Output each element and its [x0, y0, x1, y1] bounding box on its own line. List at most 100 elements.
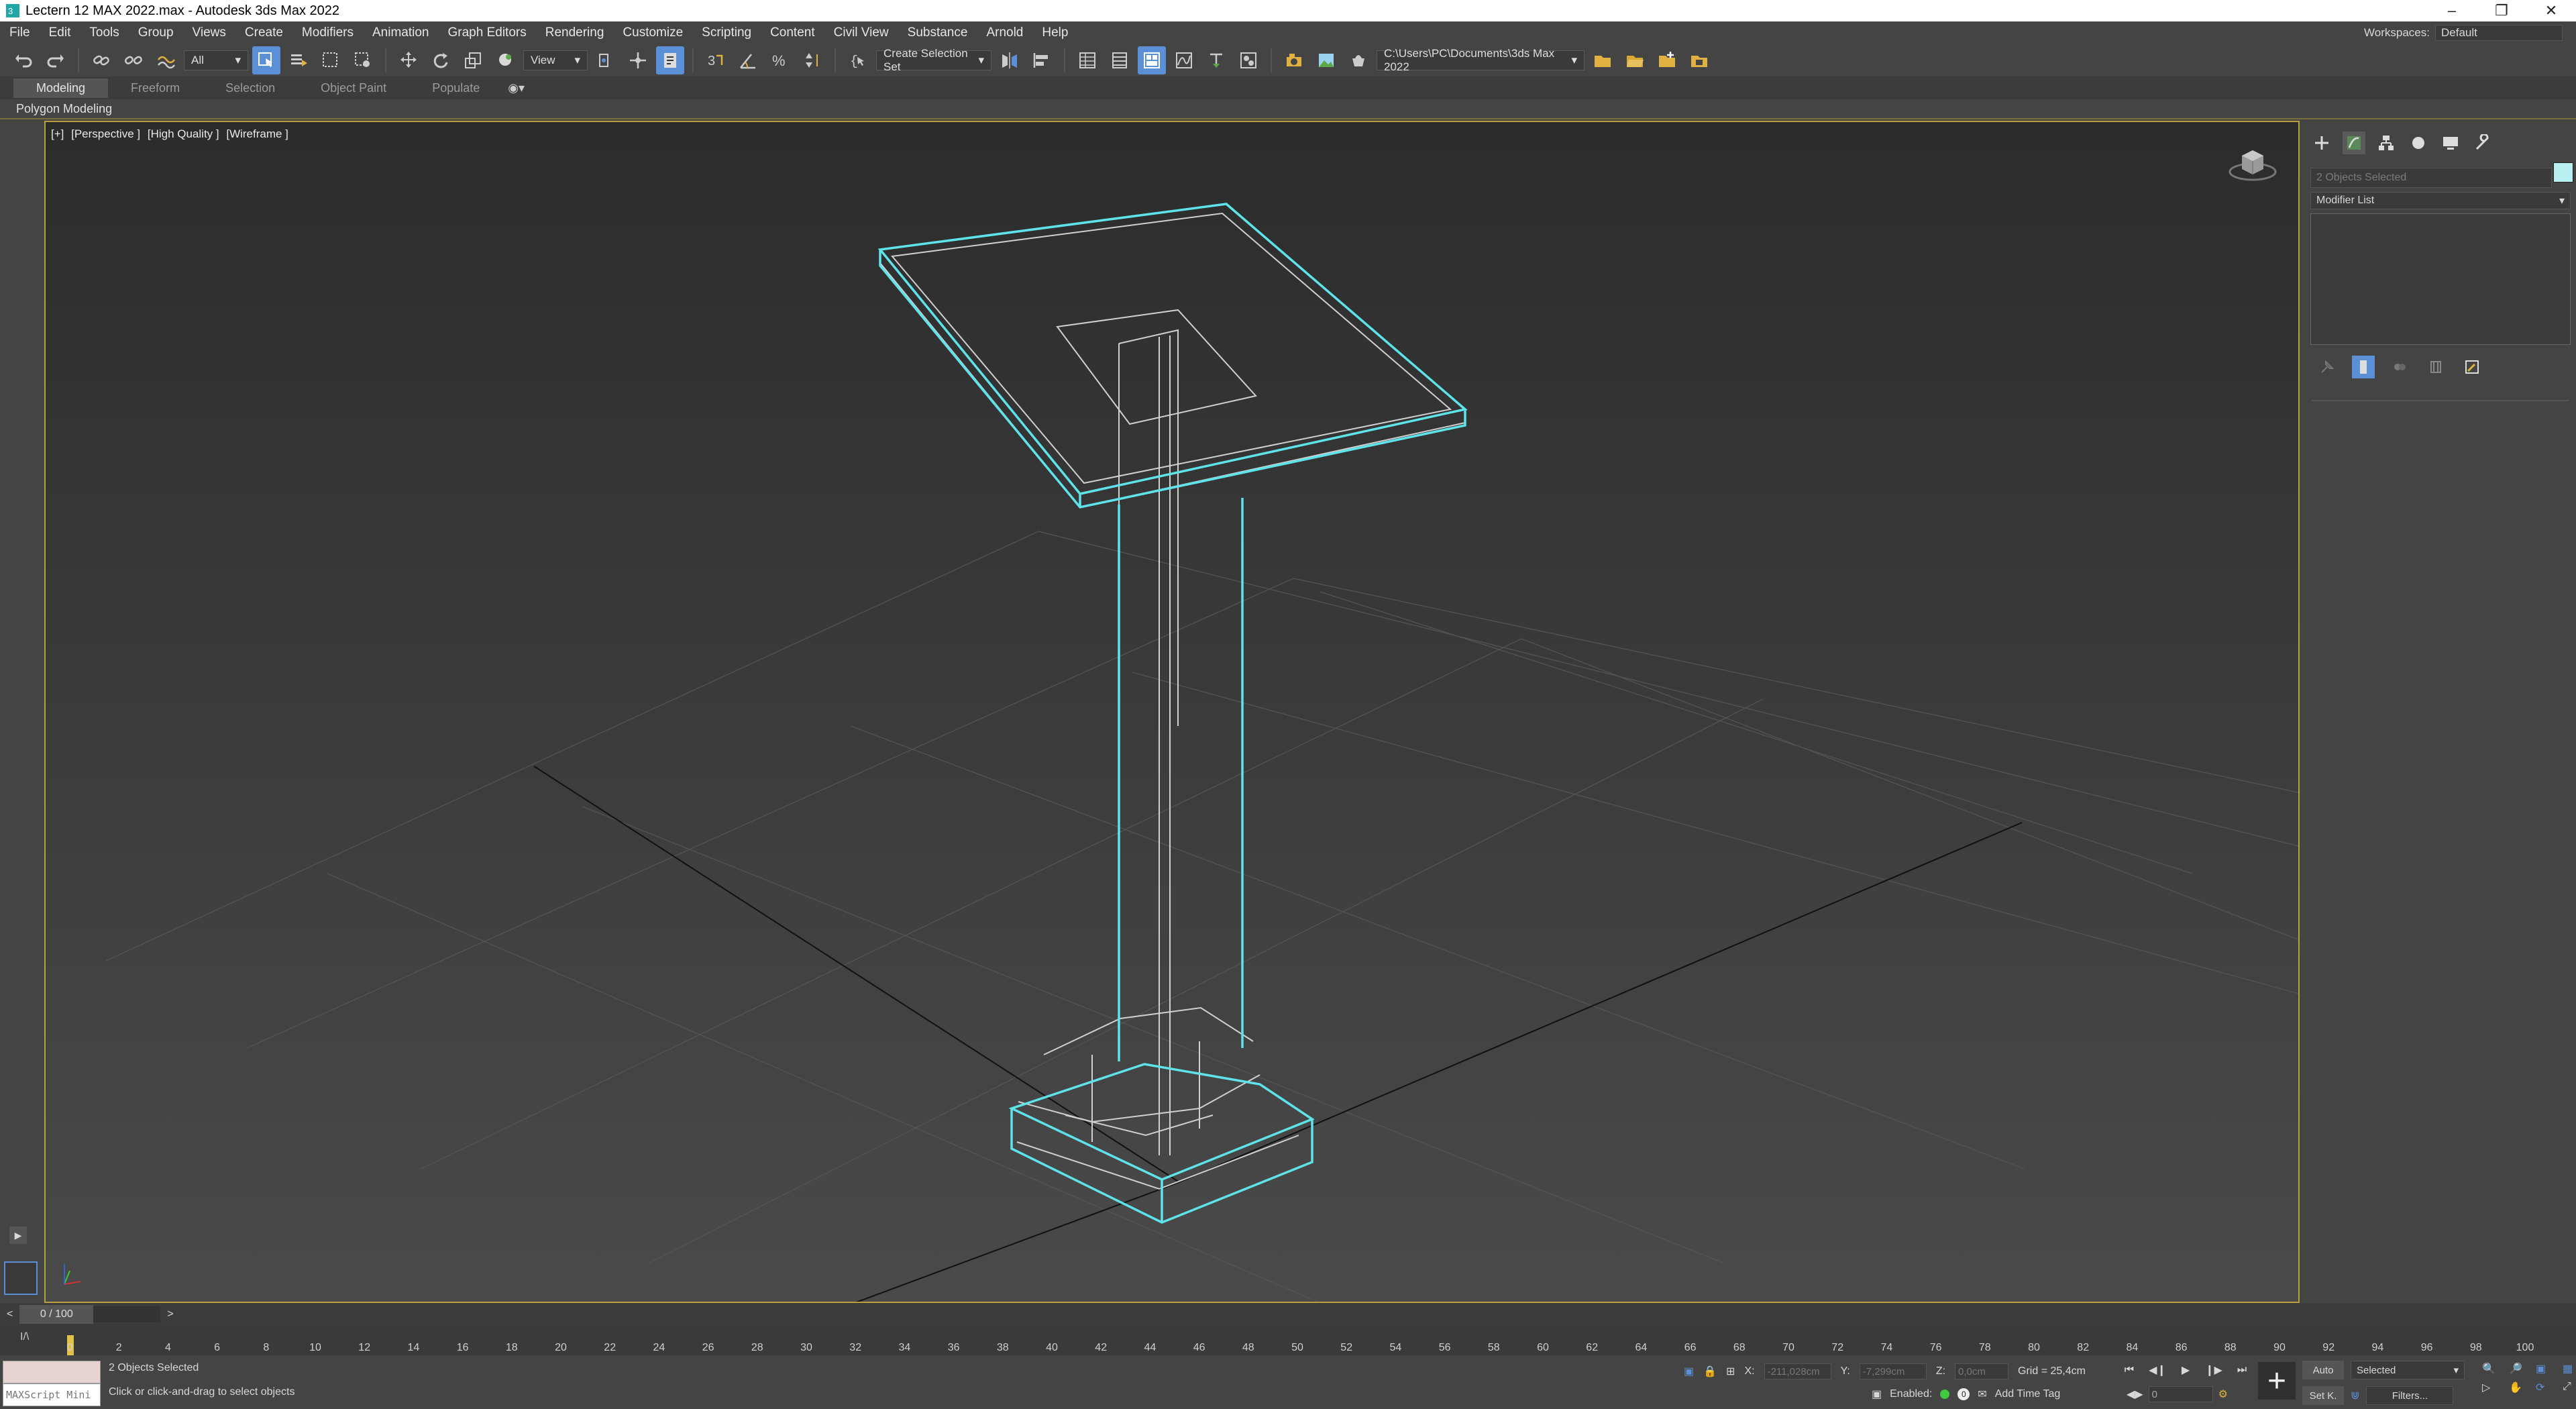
- workspace-select[interactable]: Default: [2435, 25, 2563, 41]
- select-and-manipulate-icon[interactable]: [624, 46, 652, 74]
- key-filter-dropdown[interactable]: Selected ▾: [2351, 1361, 2465, 1379]
- x-coordinate-field[interactable]: -211,028cm: [1764, 1363, 1831, 1379]
- named-selection-dropdown[interactable]: Create Selection Set ▾: [876, 47, 991, 73]
- play-icon[interactable]: ▶: [2176, 1361, 2195, 1379]
- selection-filter-dropdown[interactable]: All ▾: [184, 50, 248, 70]
- make-unique-icon[interactable]: [2388, 356, 2411, 378]
- motion-icon[interactable]: [2407, 132, 2430, 154]
- window-crossing-icon[interactable]: [349, 46, 377, 74]
- absolute-mode-icon[interactable]: ⊞: [1726, 1365, 1735, 1378]
- select-by-name-icon[interactable]: [284, 46, 313, 74]
- lectern-model[interactable]: [877, 203, 1468, 1224]
- modify-icon[interactable]: [2343, 132, 2365, 154]
- project-folder-dropdown[interactable]: C:\Users\PC\Documents\3ds Max 2022 ▾: [1377, 47, 1585, 73]
- y-coordinate-field[interactable]: -7,299cm: [1859, 1363, 1927, 1379]
- viewport-point-of-view-menu[interactable]: [Perspective ]: [71, 127, 140, 140]
- time-slider-prev-icon[interactable]: <: [7, 1308, 13, 1320]
- menu-graph-editors[interactable]: Graph Editors: [439, 25, 536, 40]
- modifier-list-dropdown[interactable]: Modifier List ▾: [2310, 192, 2571, 209]
- maxscript-output[interactable]: [3, 1361, 101, 1384]
- viewport-general-menu[interactable]: [+]: [51, 127, 64, 140]
- menu-substance[interactable]: Substance: [898, 25, 977, 40]
- maxscript-input[interactable]: MAXScript Mini: [3, 1384, 101, 1406]
- mirror-icon[interactable]: [996, 46, 1024, 74]
- new-project-icon[interactable]: [1653, 46, 1681, 74]
- align-icon[interactable]: [1028, 46, 1056, 74]
- minimize-icon[interactable]: –: [2427, 0, 2477, 21]
- mini-curve-editor-icon[interactable]: I/\: [20, 1331, 29, 1343]
- menu-content[interactable]: Content: [761, 25, 824, 40]
- move-icon[interactable]: [394, 46, 423, 74]
- rectangular-selection-icon[interactable]: [317, 46, 345, 74]
- material-editor-icon[interactable]: [1234, 46, 1263, 74]
- filters-button[interactable]: Filters...: [2366, 1386, 2454, 1405]
- current-frame-field[interactable]: 0: [2148, 1386, 2213, 1402]
- go-to-start-icon[interactable]: ⏮: [2120, 1361, 2139, 1379]
- object-color-swatch[interactable]: [2553, 162, 2573, 182]
- display-icon[interactable]: [2439, 132, 2462, 154]
- show-end-result-icon[interactable]: [2352, 356, 2375, 378]
- track-bar[interactable]: I/\ 0 2 4 6 8 10 12 14 16 18 20 22 24 26 28 30 32 34 36 38 4…: [0, 1326, 2576, 1355]
- go-to-end-icon[interactable]: ⏭: [2233, 1361, 2251, 1379]
- rotate-icon[interactable]: [427, 46, 455, 74]
- tab-freeform[interactable]: Freeform: [108, 79, 203, 98]
- toggle-ribbon-icon[interactable]: [1138, 46, 1166, 74]
- keyboard-shortcut-override-icon[interactable]: [656, 46, 684, 74]
- isolate-selection-icon[interactable]: ▣: [1684, 1365, 1694, 1378]
- hierarchy-icon[interactable]: [2375, 132, 2398, 154]
- render-production-icon[interactable]: [1344, 46, 1373, 74]
- scene-explorer-icon[interactable]: [1073, 46, 1102, 74]
- schematic-view-icon[interactable]: [1202, 46, 1230, 74]
- render-setup-icon[interactable]: [1280, 46, 1308, 74]
- tab-object-paint[interactable]: Object Paint: [298, 79, 409, 98]
- link-icon[interactable]: [87, 46, 115, 74]
- curve-editor-icon[interactable]: [1170, 46, 1198, 74]
- redo-icon[interactable]: [42, 46, 70, 74]
- set-project-folder-icon[interactable]: [1685, 46, 1713, 74]
- time-slider[interactable]: 0 / 100: [19, 1305, 94, 1324]
- tab-selection[interactable]: Selection: [203, 79, 298, 98]
- adaptive-degradation-icon[interactable]: ▣: [1872, 1388, 1882, 1401]
- time-configuration-icon[interactable]: ⚙: [2218, 1388, 2228, 1401]
- menu-animation[interactable]: Animation: [363, 25, 439, 40]
- add-time-tag-label[interactable]: Add Time Tag: [1995, 1388, 2061, 1400]
- tab-modeling[interactable]: Modeling: [13, 78, 109, 98]
- enabled-indicator-icon[interactable]: [1940, 1390, 1950, 1399]
- perspective-viewport[interactable]: [+] [Perspective ] [High Quality ] [Wire…: [44, 121, 2300, 1303]
- spinner-snap-icon[interactable]: [798, 46, 826, 74]
- menu-file[interactable]: File: [0, 25, 40, 40]
- edit-named-selection-icon[interactable]: {: [844, 46, 872, 74]
- remove-modifier-icon[interactable]: [2424, 356, 2447, 378]
- project-icon[interactable]: [1589, 46, 1617, 74]
- menu-civil-view[interactable]: Civil View: [824, 25, 898, 40]
- field-of-view-icon[interactable]: ▷: [2482, 1381, 2504, 1394]
- menu-edit[interactable]: Edit: [40, 25, 80, 40]
- restore-icon[interactable]: ❐: [2477, 0, 2526, 21]
- menu-create[interactable]: Create: [235, 25, 292, 40]
- set-key-button[interactable]: Set K.: [2302, 1386, 2344, 1405]
- pin-stack-icon[interactable]: [2316, 356, 2339, 378]
- expand-arrow-icon[interactable]: ▶: [9, 1227, 27, 1244]
- add-time-tag-icon[interactable]: ✉: [1978, 1388, 1986, 1401]
- key-mode-toggle-icon[interactable]: ◀▶: [2127, 1388, 2143, 1401]
- scale-icon[interactable]: [459, 46, 487, 74]
- z-coordinate-field[interactable]: 0,0cm: [1955, 1363, 2009, 1379]
- menu-scripting[interactable]: Scripting: [692, 25, 761, 40]
- previous-frame-icon[interactable]: ◀❙: [2148, 1361, 2167, 1379]
- zoom-extents-all-icon[interactable]: ▦: [2563, 1362, 2576, 1375]
- tab-populate[interactable]: Populate: [409, 79, 502, 98]
- menu-arnold[interactable]: Arnold: [977, 25, 1032, 40]
- place-icon[interactable]: [491, 46, 519, 74]
- ribbon-options-icon[interactable]: ◉▾: [508, 81, 525, 95]
- snaps-toggle-icon[interactable]: 3: [702, 46, 730, 74]
- modifier-stack[interactable]: [2310, 213, 2571, 345]
- zoom-icon[interactable]: 🔍: [2482, 1362, 2504, 1375]
- open-project-icon[interactable]: [1621, 46, 1649, 74]
- menu-customize[interactable]: Customize: [613, 25, 692, 40]
- viewport-shading-quality-menu[interactable]: [High Quality ]: [148, 127, 219, 140]
- lock-icon[interactable]: 🔒: [1703, 1365, 1717, 1378]
- viewport-label-menu[interactable]: [+] [Perspective ] [High Quality ] [Wire…: [51, 127, 292, 141]
- viewcube-icon[interactable]: [2226, 142, 2279, 182]
- rendered-frame-window-icon[interactable]: [1312, 46, 1340, 74]
- reference-coordinate-dropdown[interactable]: View ▾: [523, 50, 588, 70]
